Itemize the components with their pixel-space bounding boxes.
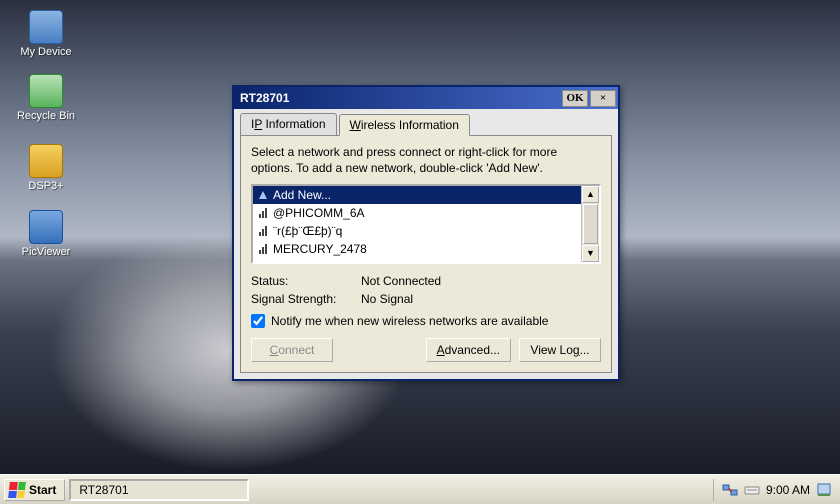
signal-label: Signal Strength: bbox=[251, 292, 361, 306]
scroll-up-button[interactable]: ▲ bbox=[582, 186, 599, 203]
desktop: My Device Recycle Bin DSP3+ PicViewer RT… bbox=[0, 0, 840, 474]
icon-label: My Device bbox=[16, 46, 76, 58]
notify-checkbox-row[interactable]: Notify me when new wireless networks are… bbox=[251, 314, 601, 328]
network-list: Add New... @PHICOMM_6A ¨r(£þ¨Œ£þ)¨q bbox=[251, 184, 601, 264]
list-item-label: Add New... bbox=[273, 188, 331, 202]
clock[interactable]: 9:00 AM bbox=[766, 483, 810, 497]
instruction-text: Select a network and press connect or ri… bbox=[251, 144, 601, 176]
tab-panel: Select a network and press connect or ri… bbox=[240, 135, 612, 373]
status-label: Status: bbox=[251, 274, 361, 288]
scroll-down-button[interactable]: ▼ bbox=[582, 245, 599, 262]
signal-icon bbox=[257, 243, 269, 255]
connect-button: Connect bbox=[251, 338, 333, 362]
dialog-window: RT28701 OK × IP Information Wireless Inf… bbox=[232, 85, 620, 381]
desktop-icon-dsp3[interactable]: DSP3+ bbox=[16, 144, 76, 192]
status-value: Not Connected bbox=[361, 274, 441, 288]
picviewer-icon bbox=[29, 210, 63, 244]
system-tray: 9:00 AM bbox=[713, 479, 836, 501]
start-label: Start bbox=[29, 483, 56, 497]
signal-icon bbox=[257, 207, 269, 219]
list-item-label: @PHICOMM_6A bbox=[273, 206, 365, 220]
taskbar-button-rt28701[interactable]: RT28701 bbox=[69, 479, 249, 501]
signal-icon bbox=[257, 189, 269, 201]
list-item[interactable]: MERCURY_2478 bbox=[253, 240, 581, 258]
list-item-add-new[interactable]: Add New... bbox=[253, 186, 581, 204]
notify-label: Notify me when new wireless networks are… bbox=[271, 314, 548, 328]
scroll-thumb[interactable] bbox=[583, 204, 598, 244]
desktop-icon-recycle-bin[interactable]: Recycle Bin bbox=[16, 74, 76, 122]
keyboard-tray-icon[interactable] bbox=[744, 482, 760, 498]
list-item-label: MERCURY_2478 bbox=[273, 242, 367, 256]
signal-icon bbox=[257, 225, 269, 237]
button-row: Connect Advanced... View Log... bbox=[251, 338, 601, 362]
window-title: RT28701 bbox=[240, 91, 560, 105]
recycle-icon bbox=[29, 74, 63, 108]
status-grid: Status: Not Connected Signal Strength: N… bbox=[251, 272, 601, 308]
advanced-button[interactable]: Advanced... bbox=[426, 338, 511, 362]
network-list-inner[interactable]: Add New... @PHICOMM_6A ¨r(£þ¨Œ£þ)¨q bbox=[253, 186, 581, 262]
tab-wireless-information[interactable]: Wireless Information bbox=[339, 114, 470, 136]
ok-button[interactable]: OK bbox=[562, 90, 588, 107]
tab-ip-information[interactable]: IP Information bbox=[240, 113, 337, 135]
dsp3-icon bbox=[29, 144, 63, 178]
show-desktop-icon[interactable] bbox=[816, 482, 832, 498]
device-icon bbox=[29, 10, 63, 44]
taskbar-button-label: RT28701 bbox=[79, 483, 128, 497]
windows-flag-icon bbox=[8, 482, 26, 498]
notify-checkbox[interactable] bbox=[251, 314, 265, 328]
list-item-label: ¨r(£þ¨Œ£þ)¨q bbox=[273, 224, 342, 238]
start-button[interactable]: Start bbox=[4, 479, 65, 501]
signal-value: No Signal bbox=[361, 292, 413, 306]
list-item[interactable]: ¨r(£þ¨Œ£þ)¨q bbox=[253, 222, 581, 240]
list-item[interactable]: @PHICOMM_6A bbox=[253, 204, 581, 222]
taskbar: Start RT28701 9:00 AM bbox=[0, 474, 840, 504]
desktop-icon-picviewer[interactable]: PicViewer bbox=[16, 210, 76, 258]
icon-label: PicViewer bbox=[16, 246, 76, 258]
scrollbar[interactable]: ▲ ▼ bbox=[581, 186, 599, 262]
title-bar[interactable]: RT28701 OK × bbox=[234, 87, 618, 109]
tab-strip: IP Information Wireless Information bbox=[234, 109, 618, 135]
icon-label: Recycle Bin bbox=[16, 110, 76, 122]
view-log-button[interactable]: View Log... bbox=[519, 338, 601, 362]
network-tray-icon[interactable] bbox=[722, 482, 738, 498]
desktop-icon-my-device[interactable]: My Device bbox=[16, 10, 76, 58]
icon-label: DSP3+ bbox=[16, 180, 76, 192]
close-button[interactable]: × bbox=[590, 90, 616, 107]
